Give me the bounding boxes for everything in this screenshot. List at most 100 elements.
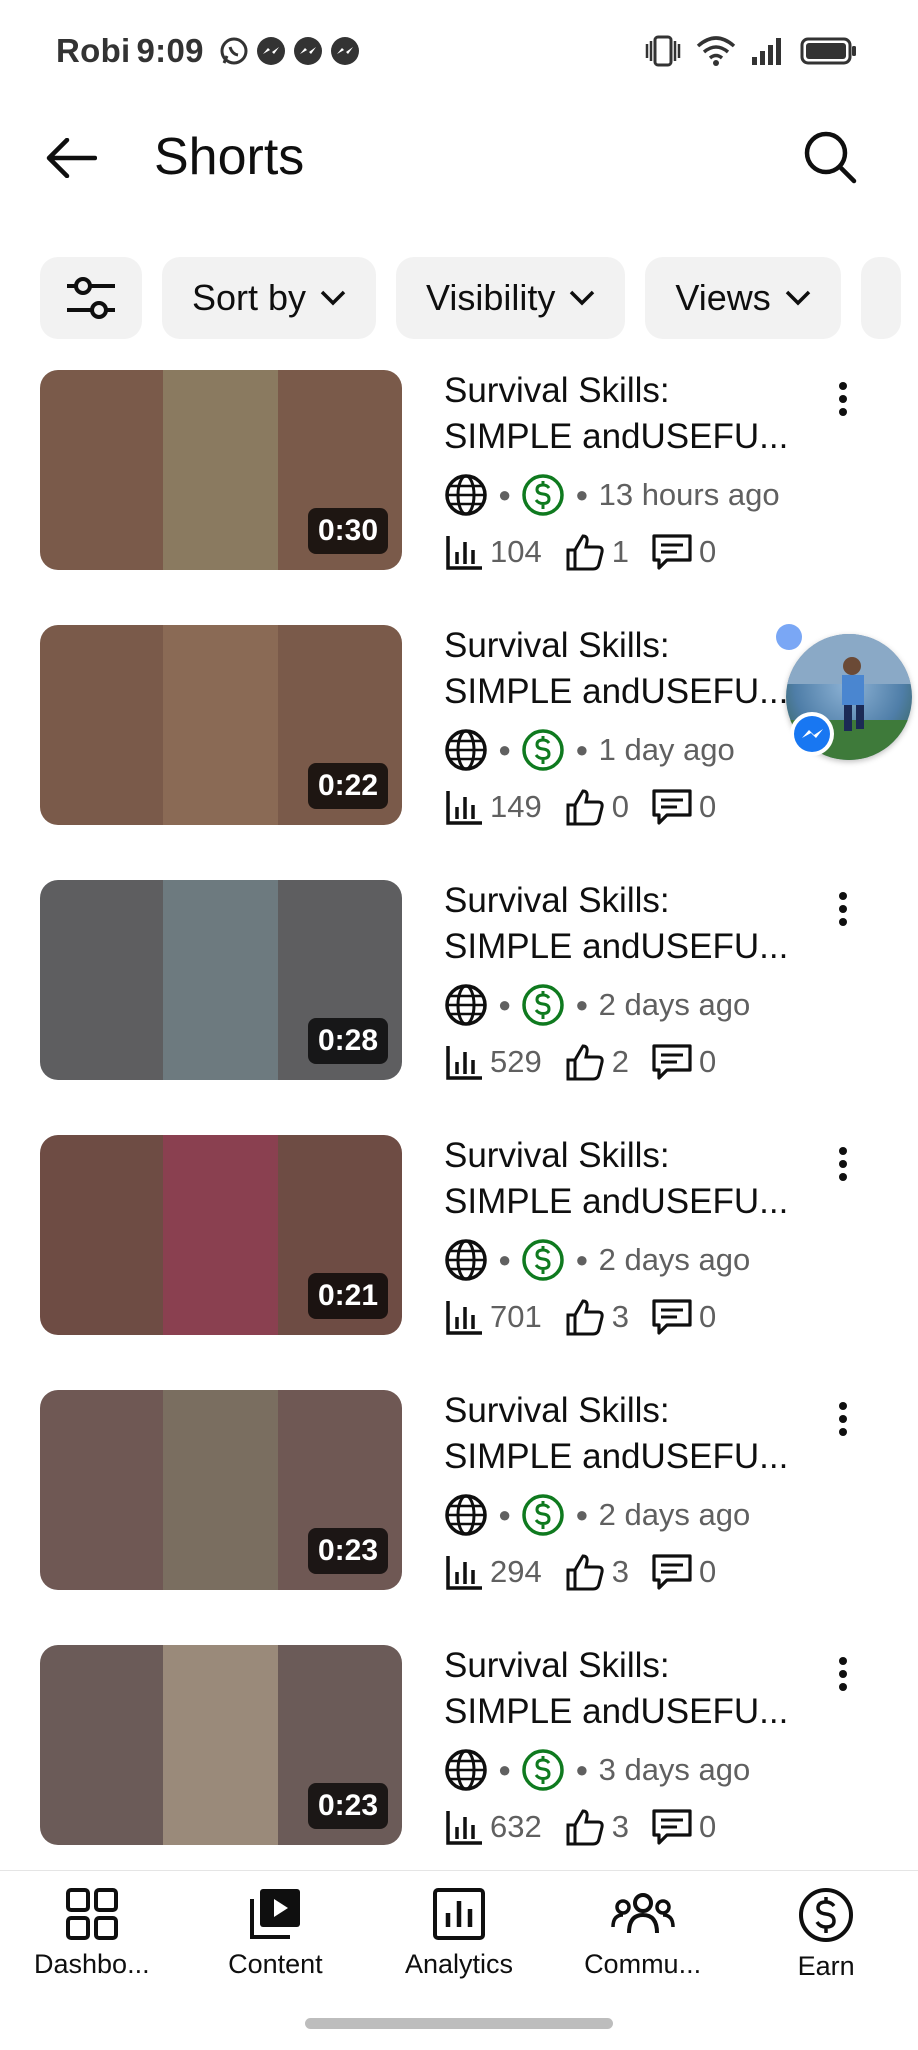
like-count: 0 <box>611 789 629 824</box>
chevron-down-icon <box>570 290 595 306</box>
nav-label: Earn <box>797 1951 855 1981</box>
views-stat: 529 <box>444 1042 542 1082</box>
video-row[interactable]: 0:23 Survival Skills: SIMPLE andUSEFU...… <box>0 1388 918 1643</box>
globe-icon <box>445 1494 487 1536</box>
video-row[interactable]: 0:21 Survival Skills: SIMPLE andUSEFU...… <box>0 1133 918 1388</box>
video-row[interactable]: 0:28 Survival Skills: SIMPLE andUSEFU...… <box>0 878 918 1133</box>
video-title[interactable]: Survival Skills: SIMPLE andUSEFU... <box>444 623 824 715</box>
bar-chart-icon <box>446 791 482 825</box>
separator-dot: ● <box>498 1757 512 1782</box>
home-indicator[interactable] <box>305 2018 613 2029</box>
more-options-button[interactable] <box>828 1139 858 1189</box>
views-stat: 149 <box>444 787 542 827</box>
more-vertical-icon <box>839 382 847 416</box>
more-vertical-icon <box>839 1147 847 1181</box>
separator-dot: ● <box>575 737 589 762</box>
thumbnail-frame <box>163 1645 278 1845</box>
nav-earn[interactable]: Earn <box>734 1871 918 2000</box>
video-row[interactable]: 0:22 Survival Skills: SIMPLE andUSEFU...… <box>0 623 918 878</box>
sliders-icon <box>67 277 115 319</box>
like-count: 3 <box>611 1299 629 1334</box>
messenger-icon <box>330 37 359 65</box>
globe-icon <box>445 474 487 516</box>
more-filters-chip[interactable] <box>860 257 901 339</box>
video-info: Survival Skills: SIMPLE andUSEFU... ● ● … <box>444 878 824 1088</box>
globe-icon <box>445 729 487 771</box>
thumbs-up-icon <box>566 1554 604 1591</box>
nav-label: Commu... <box>584 1949 702 1979</box>
nav-dashboard[interactable]: Dashbo... <box>0 1871 184 2000</box>
view-count: 104 <box>490 534 542 569</box>
wifi-icon <box>696 36 736 66</box>
video-thumbnail[interactable]: 0:28 <box>40 880 402 1080</box>
search-button[interactable] <box>798 125 862 189</box>
upload-age: 3 days ago <box>598 1752 751 1787</box>
thumbnail-frame <box>163 880 278 1080</box>
video-row[interactable]: 0:23 Survival Skills: SIMPLE andUSEFU...… <box>0 1643 918 1898</box>
nav-community[interactable]: Commu... <box>551 1871 735 2000</box>
bar-chart-icon <box>446 1556 482 1590</box>
whatsapp-icon <box>220 37 248 65</box>
more-options-button[interactable] <box>828 1649 858 1699</box>
visibility-chip[interactable]: Visibility <box>396 257 626 339</box>
duration-badge: 0:21 <box>307 1273 388 1319</box>
like-count: 2 <box>611 1044 629 1079</box>
globe-icon <box>445 1749 487 1791</box>
like-count: 1 <box>611 534 629 569</box>
thumbs-up-icon <box>566 1809 604 1846</box>
video-title[interactable]: Survival Skills: SIMPLE andUSEFU... <box>444 1643 824 1735</box>
view-count: 529 <box>490 1044 542 1079</box>
video-title[interactable]: Survival Skills: SIMPLE andUSEFU... <box>444 1388 824 1480</box>
video-row[interactable]: 0:30 Survival Skills: SIMPLE andUSEFU...… <box>0 368 918 623</box>
messenger-icon <box>794 716 830 752</box>
video-title-line: SIMPLE andUSEFU... <box>444 1692 789 1731</box>
likes-stat: 3 <box>564 1807 629 1847</box>
video-title[interactable]: Survival Skills: SIMPLE andUSEFU... <box>444 878 824 970</box>
video-title[interactable]: Survival Skills: SIMPLE andUSEFU... <box>444 368 824 460</box>
video-title-line: SIMPLE andUSEFU... <box>444 1182 789 1221</box>
likes-stat: 3 <box>564 1297 629 1337</box>
sort-by-chip[interactable]: Sort by <box>162 257 377 339</box>
chip-label: Views <box>675 277 771 318</box>
like-count: 3 <box>611 1809 629 1844</box>
system-status-icons <box>644 34 858 68</box>
carrier-name: Robi <box>56 32 131 69</box>
video-thumbnail[interactable]: 0:30 <box>40 370 402 570</box>
arrow-left-icon <box>46 138 97 178</box>
comment-icon <box>652 534 692 570</box>
views-chip[interactable]: Views <box>645 257 841 339</box>
back-button[interactable] <box>40 131 102 185</box>
monetization-icon <box>522 1749 565 1791</box>
thumbs-up-icon <box>566 1299 604 1336</box>
more-options-button[interactable] <box>828 1394 858 1444</box>
upload-age: 1 day ago <box>598 732 735 767</box>
monetization-icon <box>522 474 565 516</box>
nav-analytics[interactable]: Analytics <box>367 1871 551 2000</box>
thumbnail-frame <box>163 625 278 825</box>
video-title[interactable]: Survival Skills: SIMPLE andUSEFU... <box>444 1133 824 1225</box>
more-options-button[interactable] <box>828 884 858 934</box>
views-stat: 632 <box>444 1807 542 1847</box>
video-thumbnail[interactable]: 0:23 <box>40 1390 402 1590</box>
likes-stat: 0 <box>564 787 629 827</box>
bottom-navigation: Dashbo... Content Analytics Commu... Ear… <box>0 1870 918 2000</box>
view-count: 294 <box>490 1554 542 1589</box>
chevron-down-icon <box>785 290 811 306</box>
upload-age: 2 days ago <box>598 1242 751 1277</box>
video-title-line: SIMPLE andUSEFU... <box>444 672 789 711</box>
video-stats: 701 3 0 <box>444 1291 824 1343</box>
video-thumbnail[interactable]: 0:22 <box>40 625 402 825</box>
upload-age: 2 days ago <box>598 1497 751 1532</box>
filter-settings-button[interactable] <box>40 257 142 339</box>
separator-dot: ● <box>498 1502 512 1527</box>
video-thumbnail[interactable]: 0:21 <box>40 1135 402 1335</box>
video-stats: 149 0 0 <box>444 781 824 833</box>
view-count: 701 <box>490 1299 542 1334</box>
monetization-icon <box>522 1494 565 1536</box>
nav-content[interactable]: Content <box>184 1871 368 2000</box>
video-thumbnail[interactable]: 0:23 <box>40 1645 402 1845</box>
comment-count: 0 <box>698 1554 717 1589</box>
more-options-button[interactable] <box>828 374 858 424</box>
video-title-line: SIMPLE andUSEFU... <box>444 417 789 456</box>
thumbs-up-icon <box>566 534 604 571</box>
